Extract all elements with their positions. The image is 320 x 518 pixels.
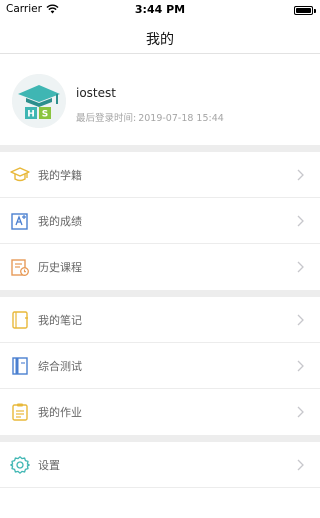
chevron-right-icon (297, 459, 304, 471)
section-separator (0, 145, 320, 152)
username: iostest (76, 86, 116, 100)
menu-item-label: 我的成绩 (38, 215, 82, 228)
menu-item-my-grades[interactable]: 我的成绩 (0, 198, 320, 244)
section-separator (0, 290, 320, 297)
school-logo-icon: H S (12, 74, 66, 128)
menu-item-course-history[interactable]: 历史课程 (0, 244, 320, 290)
menu-item-my-notes[interactable]: 我的笔记 (0, 297, 320, 343)
avatar[interactable]: H S (12, 74, 66, 128)
menu-item-label: 设置 (38, 459, 60, 472)
chevron-right-icon (297, 261, 304, 273)
last-login-value: 2019-07-18 15:44 (138, 113, 224, 124)
chevron-right-icon (297, 406, 304, 418)
avatar-letter-s: S (42, 110, 48, 120)
graduation-cap-icon (10, 167, 30, 182)
menu-item-label: 历史课程 (38, 261, 82, 274)
profile-header[interactable]: H S iostest 最后登录时间: 2019-07-18 15:44 (0, 55, 320, 145)
avatar-letter-h: H (27, 110, 35, 120)
menu-item-label: 我的学籍 (38, 169, 82, 182)
chevron-right-icon (297, 215, 304, 227)
chevron-right-icon (297, 360, 304, 372)
status-time: 3:44 PM (134, 3, 186, 16)
menu-item-label: 综合测试 (38, 360, 82, 373)
page-title: 我的 (146, 32, 174, 48)
battery-tip (314, 9, 316, 13)
notebook-icon (12, 311, 28, 329)
chevron-right-icon (297, 169, 304, 181)
section-separator (0, 435, 320, 442)
menu-item-comprehensive-test[interactable]: 综合测试 (0, 343, 320, 389)
menu-item-label: 我的作业 (38, 406, 82, 419)
last-login-label: 最后登录时间: (76, 113, 137, 124)
course-history-icon (11, 259, 29, 276)
menu-item-student-status[interactable]: 我的学籍 (0, 152, 320, 198)
chevron-right-icon (297, 314, 304, 326)
row-divider (0, 487, 320, 488)
menu-item-my-homework[interactable]: 我的作业 (0, 389, 320, 435)
navigation-bar: 我的 (0, 22, 320, 54)
settings-gear-icon (10, 456, 30, 474)
status-bar: Carrier 3:44 PM (0, 0, 320, 22)
test-book-icon (12, 357, 28, 375)
grade-chart-icon (11, 213, 28, 230)
menu-item-settings[interactable]: 设置 (0, 442, 320, 488)
menu-item-label: 我的笔记 (38, 314, 82, 327)
last-login-info: 最后登录时间: 2019-07-18 15:44 (76, 110, 226, 124)
homework-clipboard-icon (12, 403, 28, 421)
battery-icon (294, 6, 313, 15)
